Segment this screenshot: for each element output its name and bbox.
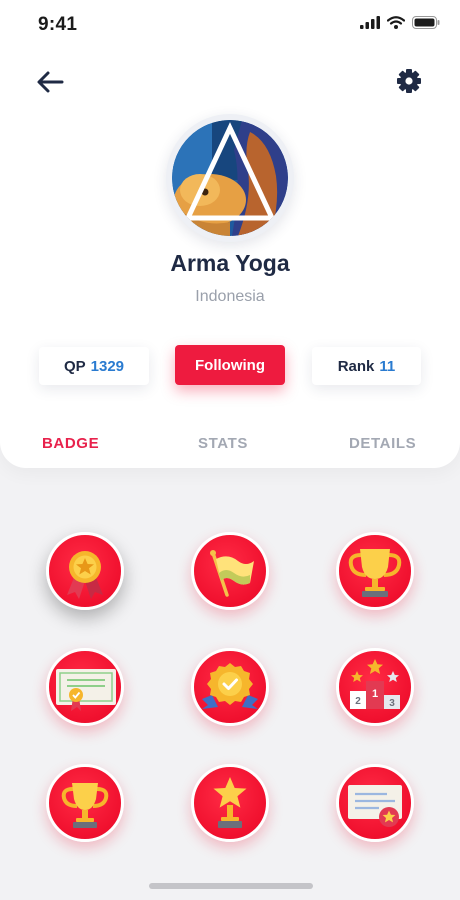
status-time: 9:41 xyxy=(38,14,78,35)
arrow-left-icon xyxy=(37,71,64,93)
wifi-icon xyxy=(387,16,405,29)
star-trophy-icon xyxy=(213,777,247,828)
profile-location: Indonesia xyxy=(195,288,265,305)
rank-value: 11 xyxy=(379,357,396,375)
badge-flag[interactable] xyxy=(191,532,269,610)
qp-value: 1329 xyxy=(90,357,125,375)
gear-icon xyxy=(397,69,421,93)
podium-third-label: 3 xyxy=(389,698,395,709)
badge-trophy[interactable] xyxy=(336,532,414,610)
podium-first-label: 1 xyxy=(372,688,378,700)
following-button[interactable]: Following xyxy=(175,345,285,385)
document-star-icon xyxy=(348,785,402,827)
back-button[interactable] xyxy=(34,66,66,98)
tab-badge[interactable]: BADGE xyxy=(42,435,99,452)
badge-medal[interactable] xyxy=(46,532,124,610)
rank-label: Rank xyxy=(337,357,375,375)
badge-award[interactable] xyxy=(191,648,269,726)
badge-document-star[interactable] xyxy=(336,764,414,842)
badge-star-trophy[interactable] xyxy=(191,764,269,842)
profile-avatar[interactable] xyxy=(166,114,294,242)
trophy-small-icon xyxy=(61,783,109,828)
podium-icon: 1 2 3 xyxy=(350,659,400,709)
award-check-icon xyxy=(202,663,258,709)
signal-icon xyxy=(360,16,380,29)
trophy-icon xyxy=(348,549,402,597)
medal-icon xyxy=(67,551,103,599)
tab-stats[interactable]: STATS xyxy=(198,435,248,452)
profile-name: Arma Yoga xyxy=(170,250,290,276)
badge-certificate[interactable] xyxy=(46,648,124,726)
settings-button[interactable] xyxy=(394,66,424,96)
flag-icon xyxy=(210,550,254,597)
status-icons xyxy=(360,16,440,29)
rank-stat: Rank 11 xyxy=(312,347,421,385)
avatar-image xyxy=(172,120,288,236)
home-indicator[interactable] xyxy=(149,883,313,889)
status-bar: 9:41 xyxy=(0,0,460,50)
tab-details[interactable]: DETAILS xyxy=(349,435,416,452)
badge-podium[interactable]: 1 2 3 xyxy=(336,648,414,726)
qp-stat: QP 1329 xyxy=(39,347,149,385)
badge-trophy-small[interactable] xyxy=(46,764,124,842)
qp-label: QP xyxy=(63,357,86,375)
podium-second-label: 2 xyxy=(355,696,361,707)
battery-icon xyxy=(412,16,440,29)
certificate-icon xyxy=(56,669,116,711)
